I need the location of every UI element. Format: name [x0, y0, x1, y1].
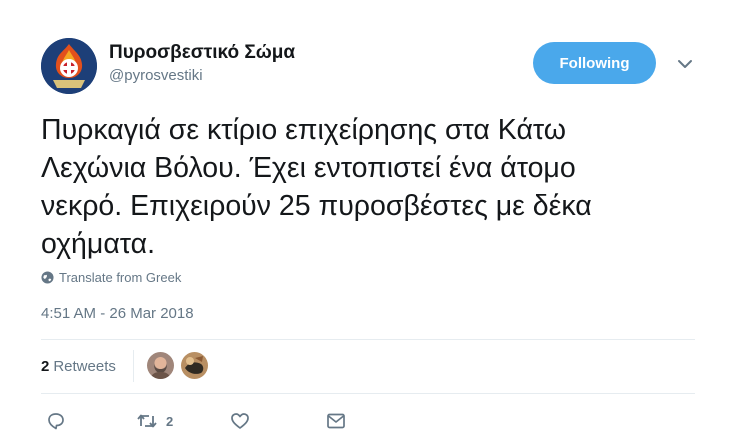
retweet-action-count: 2	[166, 413, 174, 429]
retweeter-avatar[interactable]	[147, 352, 174, 379]
retweet-stat-label: Retweets	[53, 358, 116, 375]
like-button[interactable]	[230, 411, 250, 431]
divider	[41, 393, 695, 394]
envelope-icon	[327, 413, 345, 429]
retweet-button[interactable]: 2	[136, 411, 173, 431]
translate-link[interactable]: Translate from Greek	[41, 270, 181, 285]
message-button[interactable]	[326, 411, 346, 431]
chevron-down-icon[interactable]	[674, 53, 696, 75]
tweet-text: Πυρκαγιά σε κτίριο επιχείρησης στα Κάτω …	[41, 114, 592, 260]
tweet-card: Πυροσβεστικό Σώμα @pyrosvestiki Followin…	[0, 0, 735, 448]
reply-button[interactable]	[46, 411, 66, 431]
reply-icon	[48, 413, 64, 430]
globe-icon	[41, 271, 54, 284]
heart-icon	[231, 413, 249, 429]
retweeter-avatar[interactable]	[181, 352, 208, 379]
tweet-timestamp[interactable]: 4:51 AM - 26 Mar 2018	[41, 305, 194, 322]
retweet-stat-count: 2	[41, 358, 50, 375]
retweet-icon	[137, 414, 157, 428]
profile-avatar[interactable]	[41, 38, 97, 94]
stats-separator	[133, 350, 134, 382]
translate-label[interactable]: Translate from Greek	[59, 270, 181, 285]
divider	[41, 339, 695, 340]
display-name[interactable]: Πυροσβεστικό Σώμα	[109, 42, 295, 64]
following-button[interactable]: Following	[533, 42, 656, 84]
user-handle[interactable]: @pyrosvestiki	[109, 67, 203, 84]
retweet-stats[interactable]: 2 Retweets	[41, 358, 116, 375]
